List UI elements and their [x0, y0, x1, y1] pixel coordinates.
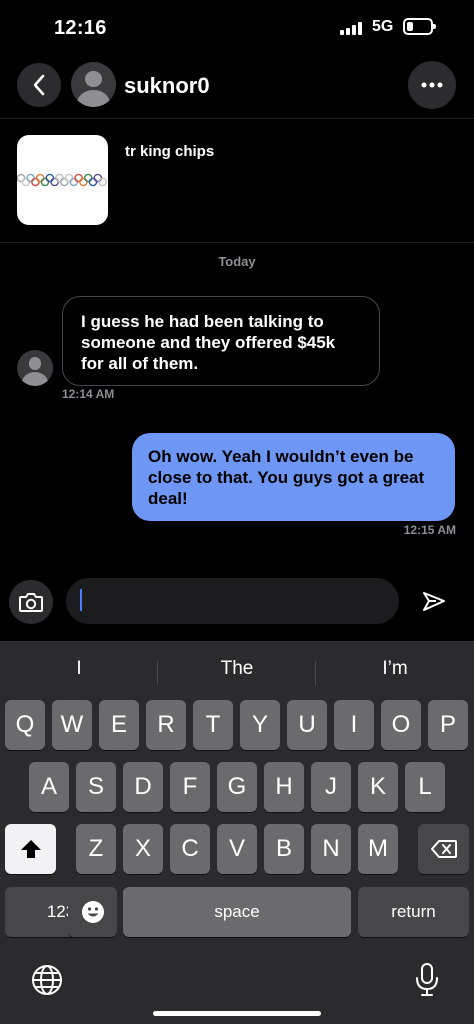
chip-mark — [88, 177, 98, 187]
chip-mark — [31, 177, 40, 187]
key-r[interactable]: R — [146, 700, 186, 750]
key-e[interactable]: E — [99, 700, 139, 750]
message-timestamp: 12:14 AM — [62, 387, 115, 401]
chip-mark — [59, 177, 69, 187]
text-caret — [80, 589, 82, 611]
chip-mark — [74, 173, 83, 183]
key-s[interactable]: S — [76, 762, 116, 812]
key-w[interactable]: W — [52, 700, 92, 750]
key-l[interactable]: L — [405, 762, 445, 812]
message-timestamp: 12:15 AM — [403, 523, 456, 537]
suggestion-1[interactable]: I — [0, 649, 158, 689]
key-m[interactable]: M — [358, 824, 398, 874]
key-y[interactable]: Y — [240, 700, 280, 750]
key-f[interactable]: F — [170, 762, 210, 812]
emoji-icon — [81, 901, 104, 923]
key-p[interactable]: P — [428, 700, 468, 750]
key-n[interactable]: N — [311, 824, 351, 874]
conversation-header: suknor0 — [0, 56, 474, 119]
chip-mark — [21, 177, 31, 187]
ellipsis-icon — [421, 82, 443, 88]
predictive-bar: I The I’m — [0, 649, 474, 689]
username[interactable]: suknor0 — [124, 73, 210, 99]
backspace-icon — [430, 840, 457, 858]
chip-mark — [98, 177, 107, 187]
date-divider: Today — [218, 254, 256, 269]
key-z[interactable]: Z — [76, 824, 116, 874]
chip-mark — [55, 173, 64, 183]
return-key[interactable]: return — [358, 887, 469, 937]
shift-icon — [20, 840, 41, 858]
listing-preview[interactable]: tr king chips — [0, 119, 474, 243]
chip-mark — [45, 173, 55, 183]
key-h[interactable]: H — [264, 762, 304, 812]
key-b[interactable]: B — [264, 824, 304, 874]
chip-mark — [35, 173, 45, 183]
chip-mark — [93, 173, 103, 183]
key-i[interactable]: I — [334, 700, 374, 750]
avatar[interactable] — [71, 62, 116, 107]
status-time: 12:16 — [54, 17, 107, 39]
key-x[interactable]: X — [123, 824, 163, 874]
key-k[interactable]: K — [358, 762, 398, 812]
key-v[interactable]: V — [217, 824, 257, 874]
suggestion-3[interactable]: I’m — [316, 649, 474, 689]
camera-icon — [19, 593, 43, 612]
listing-thumbnail[interactable] — [17, 135, 108, 225]
chip-mark — [83, 173, 93, 183]
space-key[interactable]: space — [123, 887, 351, 937]
battery-icon — [403, 18, 436, 35]
chip-mark — [79, 177, 88, 187]
key-j[interactable]: J — [311, 762, 351, 812]
delete-key[interactable] — [418, 824, 469, 874]
key-q[interactable]: Q — [5, 700, 45, 750]
globe-icon[interactable] — [31, 964, 63, 996]
key-d[interactable]: D — [123, 762, 163, 812]
suggestion-2[interactable]: The — [158, 649, 316, 689]
incoming-message-bubble: I guess he had been talking to someone a… — [62, 296, 380, 386]
microphone-icon[interactable] — [414, 962, 440, 998]
back-button[interactable] — [17, 63, 61, 107]
emoji-key[interactable] — [68, 887, 117, 937]
chip-mark — [50, 177, 59, 187]
sender-avatar[interactable] — [17, 350, 53, 386]
status-bar: 12:16 5G — [0, 0, 474, 56]
poker-chips-image — [17, 173, 107, 187]
chip-mark — [69, 177, 79, 187]
shift-key[interactable] — [5, 824, 56, 874]
home-indicator[interactable] — [153, 1011, 321, 1016]
chip-mark — [26, 173, 35, 183]
network-type: 5G — [372, 18, 394, 35]
message-input[interactable] — [66, 578, 399, 624]
key-u[interactable]: U — [287, 700, 327, 750]
camera-button[interactable] — [9, 580, 53, 624]
chip-mark — [40, 177, 50, 187]
send-icon[interactable] — [420, 588, 448, 616]
key-a[interactable]: A — [29, 762, 69, 812]
more-options-button[interactable] — [408, 61, 456, 109]
chip-mark — [64, 173, 74, 183]
chip-mark — [17, 173, 26, 183]
key-c[interactable]: C — [170, 824, 210, 874]
chevron-left-icon — [33, 74, 45, 96]
key-g[interactable]: G — [217, 762, 257, 812]
listing-title[interactable]: tr king chips — [125, 143, 214, 160]
key-t[interactable]: T — [193, 700, 233, 750]
message-composer — [0, 572, 474, 630]
keyboard: I The I’m QWERTYUIOPASDFGHJKLZXCVBNM 123… — [0, 641, 474, 1024]
cellular-signal-icon — [340, 22, 362, 35]
key-o[interactable]: O — [381, 700, 421, 750]
outgoing-message-bubble: Oh wow. Yeah I wouldn’t even be close to… — [132, 433, 455, 521]
